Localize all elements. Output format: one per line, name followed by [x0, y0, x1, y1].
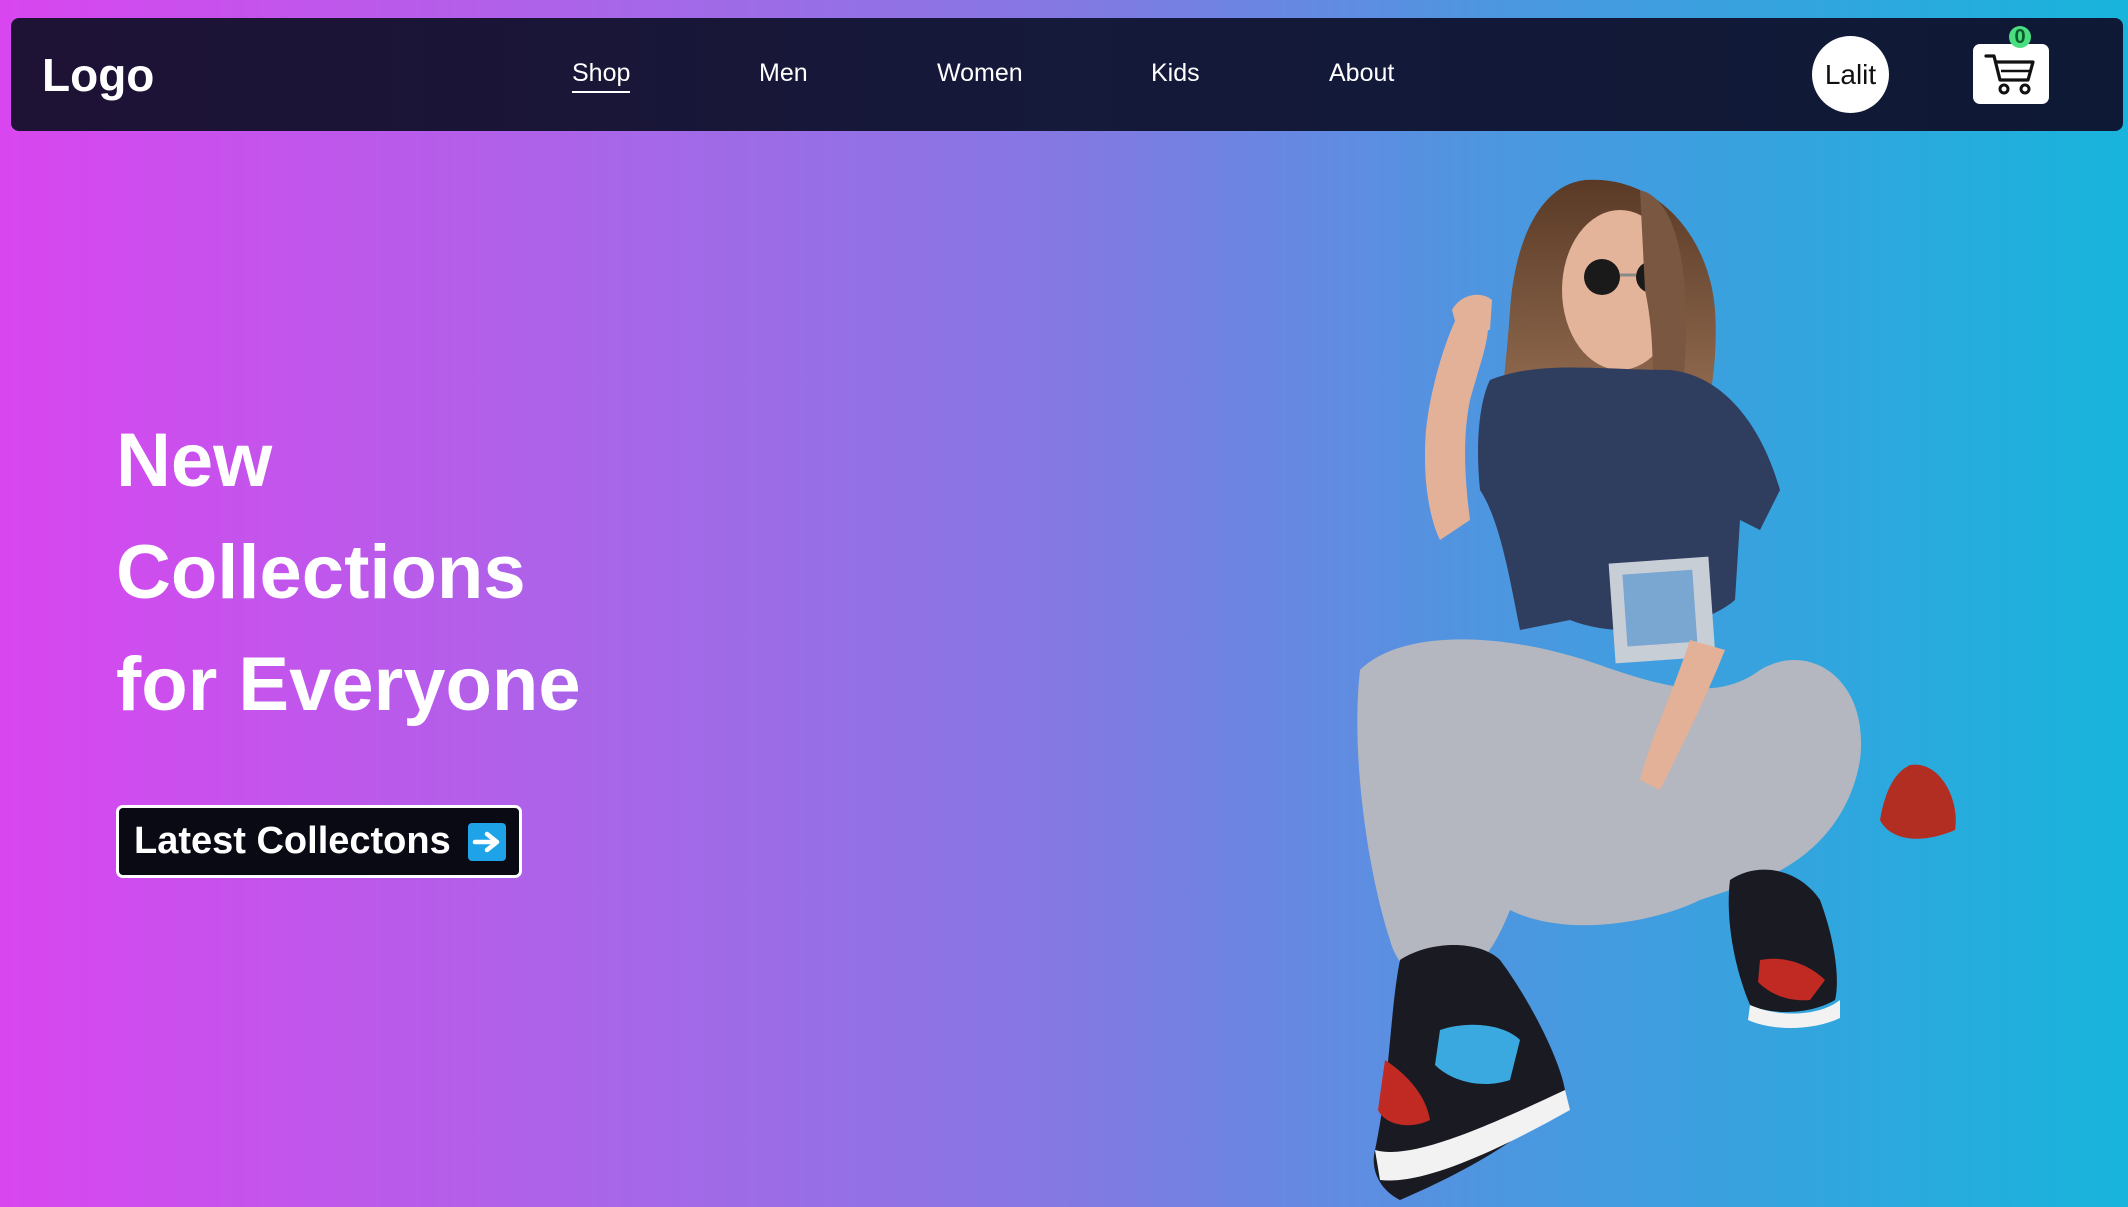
- cta-label: Latest Collectons: [134, 820, 451, 862]
- navbar: Logo Shop Men Women Kids About Lalit 0: [11, 18, 2123, 131]
- right-arrow-icon: [467, 822, 506, 861]
- nav-link-men[interactable]: Men: [759, 58, 808, 88]
- shopping-cart-icon: [1984, 54, 2035, 95]
- cart-button[interactable]: [1973, 44, 2049, 104]
- hero-title-line: Collections: [116, 530, 526, 615]
- hero-title: New Collections for Everyone: [116, 405, 581, 741]
- nav-link-shop[interactable]: Shop: [572, 58, 631, 93]
- hero-title-line: for Everyone: [116, 642, 581, 727]
- model-photo: [1357, 179, 1956, 1200]
- nav-link-women[interactable]: Women: [937, 58, 1023, 88]
- cart-count-badge: 0: [2009, 26, 2031, 48]
- nav-link-kids[interactable]: Kids: [1151, 58, 1200, 88]
- nav-link-about[interactable]: About: [1329, 58, 1394, 88]
- logo[interactable]: Logo: [42, 50, 154, 100]
- latest-collections-button[interactable]: Latest Collectons: [116, 805, 522, 878]
- user-button[interactable]: Lalit: [1812, 36, 1889, 113]
- hero-title-line: New: [116, 418, 273, 503]
